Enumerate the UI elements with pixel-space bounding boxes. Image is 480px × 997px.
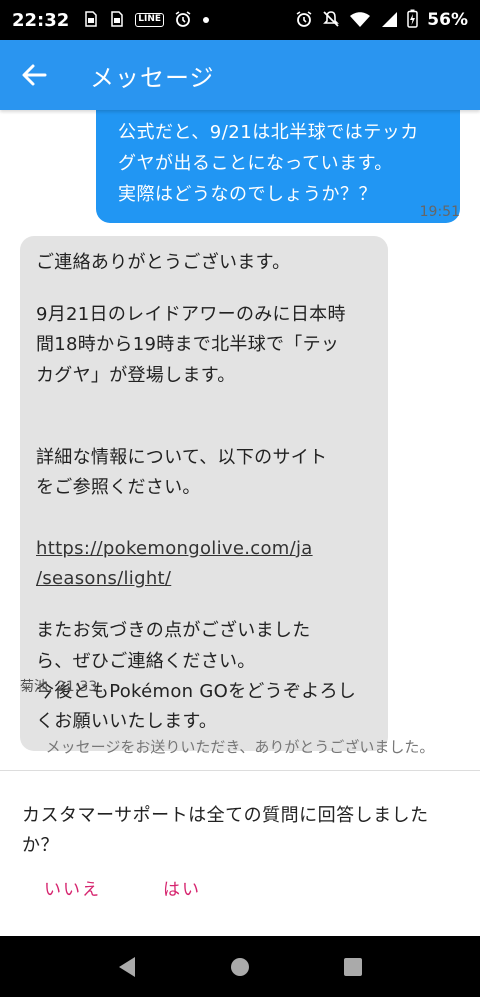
incoming-message: ご連絡ありがとうございます。 9月21日のレイドアワーのみに日本時 間18時から… <box>20 236 388 752</box>
no-button[interactable]: いいえ <box>44 875 101 900</box>
battery-icon <box>407 9 419 31</box>
system-message: メッセージをお送りいただき、ありがとうございました。 <box>45 738 435 756</box>
nav-back-button[interactable] <box>107 947 147 987</box>
status-bar: 22:32 LINE 56% <box>0 0 480 40</box>
status-time: 22:32 <box>12 9 70 31</box>
back-button[interactable] <box>6 47 62 103</box>
chat-area[interactable]: 公式だと、9/21は北半球ではテッカ グヤが出ることになっています。 実際はどう… <box>0 110 480 770</box>
incoming-sender-meta: 菊池, 21:33 <box>20 679 98 695</box>
satisfaction-survey: カスタマーサポートは全ての質問に回答しました か？ いいえ はい <box>0 770 480 936</box>
sim-icon <box>109 10 125 30</box>
page-title: メッセージ <box>90 63 215 92</box>
nav-home-button[interactable] <box>220 947 260 987</box>
wifi-icon <box>349 10 371 31</box>
battery-percent: 56% <box>427 10 468 30</box>
message-greeting: ご連絡ありがとうございます。 <box>36 252 291 273</box>
alarm-icon <box>174 10 192 31</box>
mute-icon <box>322 10 340 31</box>
system-nav-bar <box>0 936 480 997</box>
season-link[interactable]: https://pokemongolive.com/ja /seasons/li… <box>36 538 313 589</box>
survey-question: カスタマーサポートは全ての質問に回答しました か？ <box>22 805 429 856</box>
yes-button[interactable]: はい <box>163 875 201 900</box>
arrow-left-icon <box>22 64 47 86</box>
message-text: 詳細な情報について、以下のサイト をご参照ください。 <box>36 447 328 499</box>
recents-square-icon <box>344 957 363 976</box>
message-paragraph: 詳細な情報について、以下のサイト をご参照ください。 https://pokem… <box>36 413 372 594</box>
app-bar: メッセージ <box>0 40 480 110</box>
dot-icon <box>202 13 210 27</box>
home-circle-icon <box>230 957 249 976</box>
message-paragraph: 9月21日のレイドアワーのみに日本時 間18時から19時まで北半球で「テッ カグ… <box>36 304 346 386</box>
signal-icon <box>380 10 398 31</box>
outgoing-timestamp: 19:51 <box>419 204 460 220</box>
back-triangle-icon <box>118 956 135 977</box>
nav-recents-button[interactable] <box>333 947 373 987</box>
line-icon: LINE <box>135 13 165 27</box>
outgoing-message: 公式だと、9/21は北半球ではテッカ グヤが出ることになっています。 実際はどう… <box>96 110 460 223</box>
sim-icon <box>83 10 99 30</box>
alarm-icon <box>295 10 313 31</box>
